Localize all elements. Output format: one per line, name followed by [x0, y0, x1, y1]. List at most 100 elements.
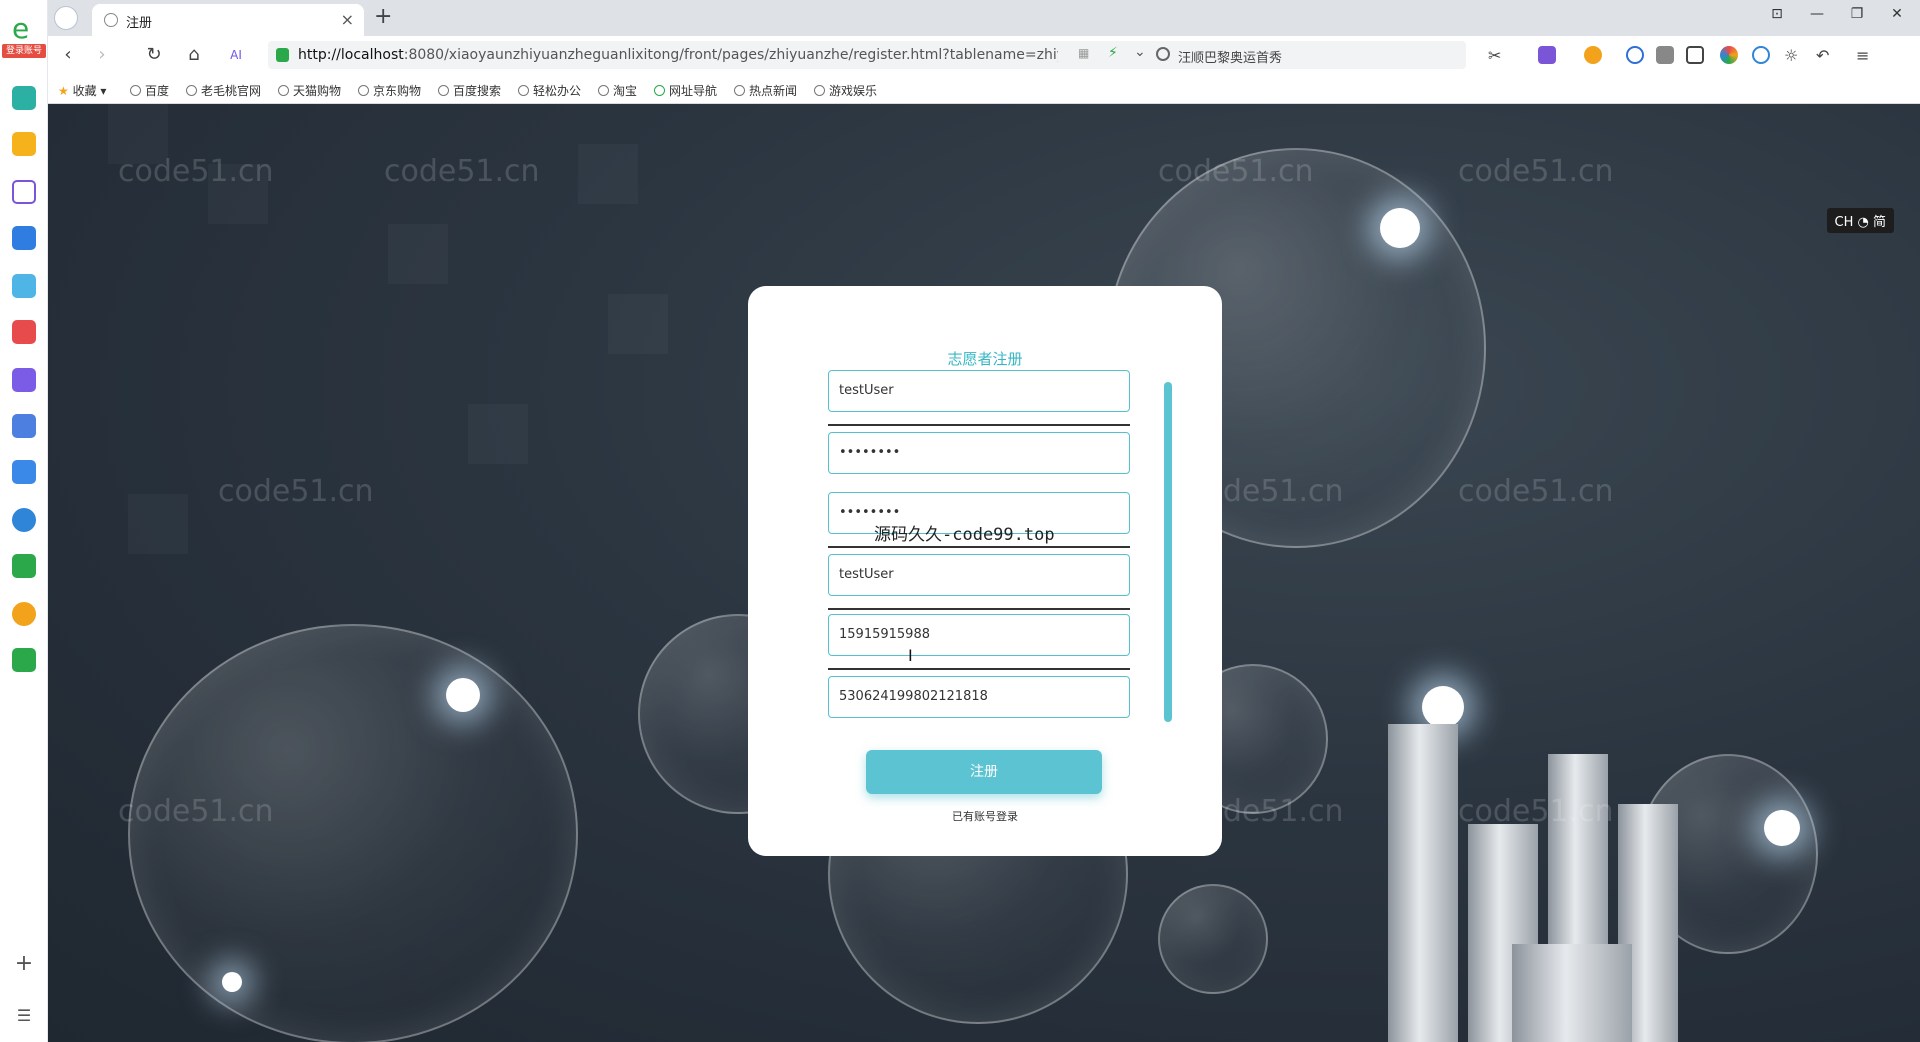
- menu-icon[interactable]: ≡: [1856, 46, 1874, 65]
- field-divider: [828, 424, 1130, 426]
- search-box[interactable]: 汪顺巴黎奥运首秀: [1148, 41, 1466, 69]
- bookmark-baidu-search[interactable]: 百度搜索: [438, 82, 501, 99]
- globe-icon: [654, 85, 665, 96]
- new-tab-icon[interactable]: +: [374, 4, 392, 29]
- restore-icon[interactable]: ❐: [1842, 6, 1872, 22]
- password-field[interactable]: ••••••••: [828, 432, 1130, 474]
- watermark: code51.cn: [118, 794, 274, 829]
- name-field[interactable]: testUser: [828, 554, 1130, 596]
- home-icon[interactable]: ⌂: [182, 44, 206, 68]
- phone-value: 15915915988: [839, 627, 930, 642]
- star-icon[interactable]: [12, 132, 36, 156]
- light-glow: [1380, 208, 1420, 248]
- browser-logo-icon[interactable]: e: [6, 10, 42, 46]
- globe-bubble: [128, 624, 578, 1042]
- edge-ext-icon[interactable]: [1752, 46, 1770, 64]
- ai-icon[interactable]: [12, 226, 36, 250]
- scrollbar-thumb[interactable]: [1164, 382, 1172, 722]
- video-icon[interactable]: [12, 368, 36, 392]
- forward-icon[interactable]: ›: [90, 44, 114, 68]
- id-card-value: 530624199802121818: [839, 689, 988, 704]
- search-icon: [1156, 47, 1170, 61]
- globe-icon: [734, 85, 745, 96]
- navigation-icon[interactable]: [54, 6, 78, 30]
- page-background: code51.cn code51.cn code51.cn code51.cn …: [48, 104, 1920, 1042]
- address-bar[interactable]: http://localhost:8080/xiaoyaunzhiyuanzhe…: [268, 41, 1188, 69]
- watermark: code51.cn: [218, 474, 374, 509]
- background-tile: [128, 494, 188, 554]
- field-divider: [828, 546, 1130, 548]
- ai-assistant-icon[interactable]: [12, 180, 36, 204]
- bookmark-laomaotao[interactable]: 老毛桃官网: [186, 82, 261, 99]
- bookmark-games[interactable]: 游戏娱乐: [814, 82, 877, 99]
- account-field[interactable]: testUser: [828, 370, 1130, 412]
- brightness-icon[interactable]: ☼: [1784, 46, 1802, 65]
- tab-bar: 注册 × + ⊡ — ❐ ✕: [48, 0, 1920, 36]
- bookmark-favorites[interactable]: ★ 收藏 ▾: [58, 82, 106, 99]
- bookmark-nav[interactable]: 网址导航: [654, 82, 717, 99]
- shield-ext-icon[interactable]: [1584, 46, 1602, 64]
- undo-icon[interactable]: ↶: [1816, 46, 1834, 65]
- login-link[interactable]: 已有账号登录: [748, 808, 1222, 824]
- pin-icon[interactable]: ⊡: [1762, 6, 1792, 22]
- menu-list-icon[interactable]: ☰: [12, 1004, 36, 1028]
- bookmark-office[interactable]: 轻松办公: [518, 82, 581, 99]
- ai-toolbar-icon[interactable]: AI: [224, 44, 248, 68]
- bookmark-jd[interactable]: 京东购物: [358, 82, 421, 99]
- id-card-field[interactable]: 530624199802121818: [828, 676, 1130, 718]
- qrcode-icon[interactable]: ▦: [1078, 46, 1089, 60]
- translate-ext-icon[interactable]: [1538, 46, 1556, 64]
- bookmark-news[interactable]: 热点新闻: [734, 82, 797, 99]
- doc-icon[interactable]: [12, 460, 36, 484]
- search-ext-icon[interactable]: [1626, 46, 1644, 64]
- register-button[interactable]: 注册: [866, 750, 1102, 794]
- chevron-down-icon[interactable]: ⌄: [1134, 44, 1146, 60]
- weibo-icon[interactable]: [12, 602, 36, 626]
- puzzle-icon[interactable]: [1656, 46, 1674, 64]
- tab-register[interactable]: 注册 ×: [92, 4, 364, 36]
- account-value: testUser: [839, 383, 894, 398]
- watermark: code51.cn: [1458, 474, 1614, 509]
- bookmarks-bar: ★ 收藏 ▾ 百度 老毛桃官网 天猫购物 京东购物 百度搜索 轻松办公 淘宝 网…: [48, 74, 1920, 104]
- light-glow: [446, 678, 480, 712]
- notes-icon[interactable]: [12, 414, 36, 438]
- image-icon[interactable]: [12, 274, 36, 298]
- watermark: code51.cn: [384, 154, 540, 189]
- text-cursor-icon: I: [908, 646, 913, 665]
- mail-icon[interactable]: [12, 648, 36, 672]
- scissors-icon[interactable]: ✂: [1488, 46, 1506, 65]
- register-card: 志愿者注册 testUser •••••••• •••••••• testUse…: [748, 286, 1222, 856]
- window-close-icon[interactable]: ✕: [1882, 6, 1912, 22]
- globe-icon: [814, 85, 825, 96]
- mindmap-icon[interactable]: [12, 554, 36, 578]
- close-icon[interactable]: ×: [341, 10, 354, 29]
- bookmark-taobao[interactable]: 淘宝: [598, 82, 637, 99]
- health-icon[interactable]: [12, 86, 36, 110]
- back-icon[interactable]: ‹: [56, 44, 80, 68]
- building: [1388, 724, 1458, 1042]
- name-value: testUser: [839, 567, 894, 582]
- watermark: code51.cn: [1458, 154, 1614, 189]
- lightning-icon[interactable]: ⚡: [1108, 45, 1118, 61]
- bookmark-baidu[interactable]: 百度: [130, 82, 169, 99]
- color-ext-icon[interactable]: [1720, 46, 1738, 64]
- bookmark-tmall[interactable]: 天猫购物: [278, 82, 341, 99]
- watermark: code51.cn: [1458, 794, 1614, 829]
- grid-icon[interactable]: [1686, 46, 1704, 64]
- refresh-icon[interactable]: ↻: [142, 44, 166, 68]
- field-divider: [828, 608, 1130, 610]
- url-text[interactable]: http://localhost:8080/xiaoyaunzhiyuanzhe…: [298, 47, 1058, 63]
- globe-icon: [186, 85, 197, 96]
- minimize-icon[interactable]: —: [1802, 6, 1832, 22]
- field-divider: [828, 668, 1130, 670]
- ime-badge[interactable]: CH ◔ 简: [1826, 208, 1894, 233]
- phone-field[interactable]: 15915915988: [828, 614, 1130, 656]
- login-badge[interactable]: 登录账号: [2, 44, 46, 58]
- background-tile: [578, 144, 638, 204]
- light-glow: [1764, 810, 1800, 846]
- star-icon: ★: [58, 84, 69, 98]
- add-icon[interactable]: +: [12, 952, 36, 976]
- overlay-watermark-text: 源码久久-code99.top: [874, 525, 1055, 545]
- translate-icon[interactable]: [12, 508, 36, 532]
- pdf-icon[interactable]: [12, 320, 36, 344]
